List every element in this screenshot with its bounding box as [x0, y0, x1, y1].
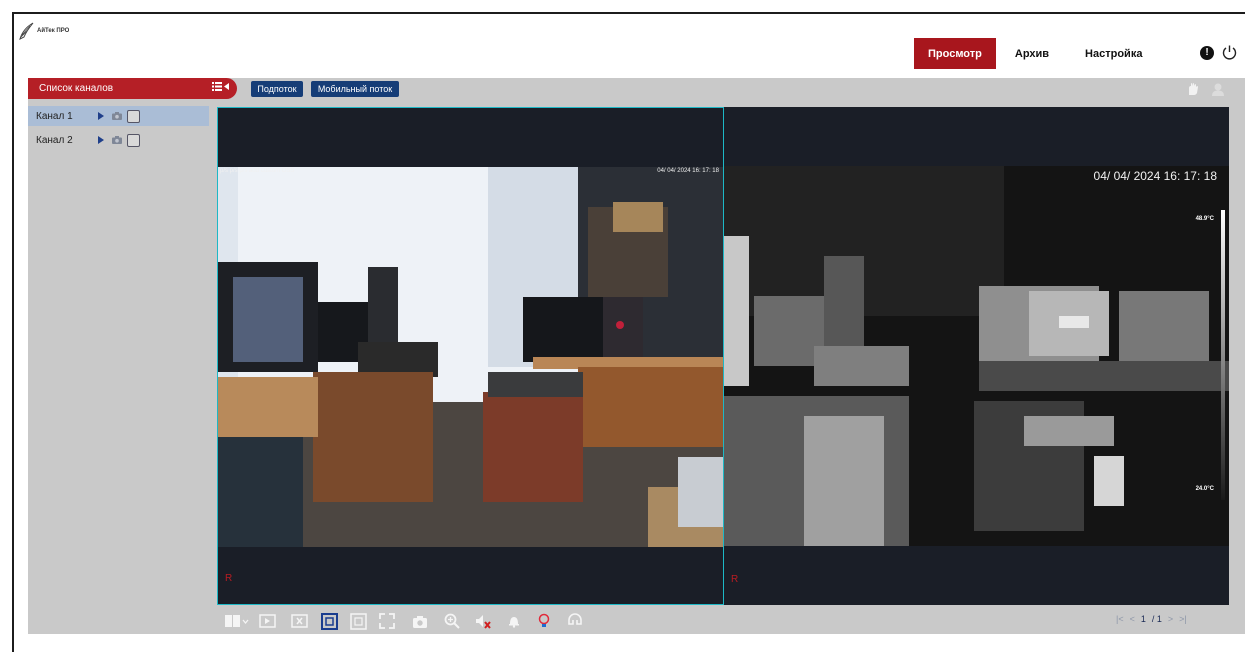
- collapse-left-icon: [224, 83, 229, 90]
- office-scene: [218, 167, 723, 547]
- logo-feather-icon: [19, 22, 34, 40]
- alarm-button[interactable]: [505, 612, 523, 630]
- channel-settings-icon[interactable]: [127, 109, 140, 123]
- stop-preview-button[interactable]: [290, 612, 308, 630]
- light-button[interactable]: [535, 612, 553, 630]
- stretch-icon: [349, 612, 367, 630]
- layout-grid-icon: [225, 615, 249, 627]
- fit-window-icon: [320, 612, 338, 630]
- alert-icon[interactable]: !: [1200, 46, 1214, 60]
- ptz-hand-icon[interactable]: [1186, 82, 1200, 96]
- temperature-scale: [1221, 210, 1225, 500]
- channel-item[interactable]: Канал 1: [28, 106, 209, 126]
- playback-controls-bar: [217, 608, 1245, 634]
- list-icon: [212, 82, 222, 91]
- camera-icon: [413, 615, 427, 628]
- prev-page-button[interactable]: <: [1130, 614, 1135, 624]
- mute-icon: [475, 614, 491, 629]
- original-size-button[interactable]: [320, 612, 338, 630]
- substream-button[interactable]: Подпоток: [251, 81, 303, 97]
- video-pane-channel-2[interactable]: 04/ 04/ 2024 16: 17: 18 48.9°C 24.0°C R: [724, 107, 1229, 605]
- play-icon[interactable]: [98, 136, 104, 144]
- recording-indicator: R: [225, 573, 233, 584]
- first-page-button[interactable]: |<: [1116, 614, 1124, 624]
- snapshot-button[interactable]: [411, 612, 429, 630]
- play-box-icon: [258, 614, 276, 628]
- mobile-stream-button[interactable]: Мобильный поток: [311, 81, 399, 97]
- logo-text: АйТек ПРО: [37, 28, 70, 34]
- last-page-button[interactable]: >|: [1179, 614, 1187, 624]
- pagination: |< < 1 / 1 > >|: [1116, 614, 1187, 624]
- fullscreen-button[interactable]: [378, 612, 396, 630]
- audio-button[interactable]: [474, 612, 492, 630]
- thermal-scene: [724, 166, 1229, 546]
- logo: АйТек ПРО: [18, 22, 69, 40]
- close-box-icon: [290, 614, 308, 628]
- nav-archive[interactable]: Архив: [1002, 38, 1062, 69]
- start-preview-button[interactable]: [258, 612, 276, 630]
- thermal-image: 04/ 04/ 2024 16: 17: 18 48.9°C 24.0°C: [724, 166, 1229, 546]
- next-page-button[interactable]: >: [1168, 614, 1173, 624]
- list-toggle-button[interactable]: [212, 82, 229, 91]
- layout-select-button[interactable]: [223, 612, 251, 630]
- temperature-min: 24.0°C: [1195, 486, 1214, 492]
- channel-item[interactable]: Канал 2: [28, 130, 209, 150]
- camera-image: p/s p/s p/s add custom OSS 04/ 04/ 2024 …: [218, 167, 723, 547]
- user-icon[interactable]: [1211, 82, 1225, 96]
- intercom-icon: [568, 613, 582, 625]
- camera-icon[interactable]: [112, 136, 122, 144]
- current-page[interactable]: 1: [1141, 614, 1146, 624]
- stretch-button[interactable]: [349, 612, 367, 630]
- channel-settings-icon[interactable]: [127, 133, 140, 147]
- total-pages: / 1: [1151, 614, 1162, 624]
- channel-list-title: Список каналов: [39, 83, 114, 94]
- digital-zoom-button[interactable]: [443, 612, 461, 630]
- channel-list-header[interactable]: Список каналов: [28, 78, 237, 99]
- temperature-max: 48.9°C: [1195, 216, 1214, 222]
- zoom-in-icon: [444, 613, 460, 629]
- camera-icon[interactable]: [112, 112, 122, 120]
- channel-sidebar: [28, 99, 217, 634]
- play-icon[interactable]: [98, 112, 104, 120]
- osd-timestamp: 04/ 04/ 2024 16: 17: 18: [1093, 169, 1217, 183]
- osd-text: p/s p/s p/s add custom OSS: [220, 168, 295, 174]
- talk-button[interactable]: [566, 612, 584, 630]
- channel-name: Канал 1: [36, 110, 73, 122]
- channel-name: Канал 2: [36, 134, 73, 146]
- recording-indicator: R: [731, 574, 739, 585]
- bell-icon: [509, 617, 519, 628]
- video-pane-channel-1[interactable]: p/s p/s p/s add custom OSS 04/ 04/ 2024 …: [217, 107, 724, 605]
- nav-view[interactable]: Просмотр: [914, 38, 996, 69]
- fullscreen-icon: [379, 613, 395, 629]
- main-nav: Просмотр Архив Настройка: [914, 38, 1155, 69]
- osd-timestamp: 04/ 04/ 2024 16: 17: 18: [657, 168, 719, 174]
- bulb-icon: [538, 613, 550, 627]
- nav-settings[interactable]: Настройка: [1072, 38, 1155, 69]
- power-icon[interactable]: [1221, 44, 1238, 61]
